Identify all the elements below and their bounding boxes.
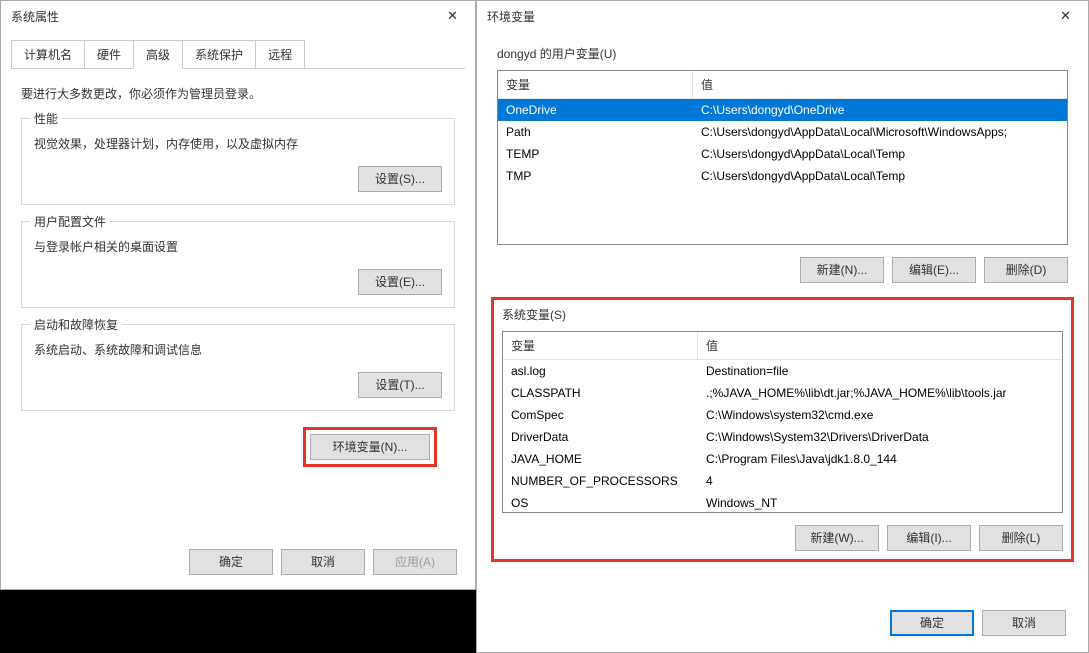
list-item[interactable]: ComSpecC:\Windows\system32\cmd.exe <box>503 404 1062 426</box>
system-variables-label: 系统变量(S) <box>502 306 1063 323</box>
cell-value: C:\Users\dongyd\OneDrive <box>693 102 1067 118</box>
list-header: 变量 值 <box>498 71 1067 99</box>
environment-variables-dialog: 环境变量 ✕ dongyd 的用户变量(U) 变量 值 OneDriveC:\U… <box>476 0 1089 653</box>
tab-system-protection[interactable]: 系统保护 <box>182 40 256 69</box>
cell-variable: OS <box>503 495 698 511</box>
performance-legend: 性能 <box>30 110 62 127</box>
cell-value: C:\Users\dongyd\AppData\Local\Temp <box>693 168 1067 184</box>
user-profiles-legend: 用户配置文件 <box>30 213 110 230</box>
user-delete-button[interactable]: 删除(D) <box>984 257 1068 283</box>
list-header: 变量 值 <box>503 332 1062 360</box>
close-icon[interactable]: ✕ <box>1043 2 1088 30</box>
startup-settings-button[interactable]: 设置(T)... <box>358 372 442 398</box>
sys-delete-button[interactable]: 删除(L) <box>979 525 1063 551</box>
apply-button[interactable]: 应用(A) <box>373 549 457 575</box>
system-properties-dialog: 系统属性 ✕ 计算机名 硬件 高级 系统保护 远程 要进行大多数更改，你必须作为… <box>0 0 476 590</box>
ok-button[interactable]: 确定 <box>890 610 974 636</box>
cell-value: C:\Windows\system32\cmd.exe <box>698 407 1062 423</box>
startup-text: 系统启动、系统故障和调试信息 <box>34 341 442 358</box>
dialog-title: 系统属性 <box>11 8 59 25</box>
system-variables-group: 系统变量(S) 变量 值 asl.logDestination=fileCLAS… <box>491 297 1074 562</box>
dialog-buttons: 确定 取消 应用(A) <box>1 539 475 585</box>
cell-value: C:\Windows\System32\Drivers\DriverData <box>698 429 1062 445</box>
cell-variable: OneDrive <box>498 102 693 118</box>
cell-variable: JAVA_HOME <box>503 451 698 467</box>
tab-computer-name[interactable]: 计算机名 <box>11 40 85 69</box>
list-item[interactable]: asl.logDestination=file <box>503 360 1062 382</box>
cell-value: C:\Users\dongyd\AppData\Local\Temp <box>693 146 1067 162</box>
performance-settings-button[interactable]: 设置(S)... <box>358 166 442 192</box>
user-new-button[interactable]: 新建(N)... <box>800 257 884 283</box>
list-item[interactable]: CLASSPATH.;%JAVA_HOME%\lib\dt.jar;%JAVA_… <box>503 382 1062 404</box>
ok-button[interactable]: 确定 <box>189 549 273 575</box>
tab-panel-advanced: 要进行大多数更改，你必须作为管理员登录。 性能 视觉效果，处理器计划，内存使用，… <box>1 69 475 483</box>
tab-advanced[interactable]: 高级 <box>133 40 183 69</box>
list-item[interactable]: TEMPC:\Users\dongyd\AppData\Local\Temp <box>498 143 1067 165</box>
tabs: 计算机名 硬件 高级 系统保护 远程 <box>11 39 465 69</box>
dialog-title: 环境变量 <box>487 8 535 25</box>
col-variable[interactable]: 变量 <box>498 71 693 98</box>
user-profiles-text: 与登录帐户相关的桌面设置 <box>34 238 442 255</box>
close-icon[interactable]: ✕ <box>430 2 475 30</box>
tab-remote[interactable]: 远程 <box>255 40 305 69</box>
performance-text: 视觉效果，处理器计划，内存使用，以及虚拟内存 <box>34 135 442 152</box>
cell-value: C:\Users\dongyd\AppData\Local\Microsoft\… <box>693 124 1067 140</box>
cell-variable: TMP <box>498 168 693 184</box>
list-item[interactable]: OneDriveC:\Users\dongyd\OneDrive <box>498 99 1067 121</box>
cell-variable: NUMBER_OF_PROCESSORS <box>503 473 698 489</box>
cell-variable: asl.log <box>503 363 698 379</box>
list-item[interactable]: JAVA_HOMEC:\Program Files\Java\jdk1.8.0_… <box>503 448 1062 470</box>
cell-variable: TEMP <box>498 146 693 162</box>
user-variables-label: dongyd 的用户变量(U) <box>497 45 1068 62</box>
cancel-button[interactable]: 取消 <box>281 549 365 575</box>
col-variable[interactable]: 变量 <box>503 332 698 359</box>
cell-value: Windows_NT <box>698 495 1062 511</box>
user-profiles-fieldset: 用户配置文件 与登录帐户相关的桌面设置 设置(E)... <box>21 221 455 308</box>
user-profiles-settings-button[interactable]: 设置(E)... <box>358 269 442 295</box>
col-value[interactable]: 值 <box>693 71 1067 98</box>
titlebar[interactable]: 环境变量 ✕ <box>477 1 1088 31</box>
tab-hardware[interactable]: 硬件 <box>84 40 134 69</box>
list-item[interactable]: TMPC:\Users\dongyd\AppData\Local\Temp <box>498 165 1067 187</box>
startup-legend: 启动和故障恢复 <box>30 316 122 333</box>
titlebar[interactable]: 系统属性 ✕ <box>1 1 475 31</box>
list-item[interactable]: OSWindows_NT <box>503 492 1062 512</box>
cell-variable: ComSpec <box>503 407 698 423</box>
cell-value: C:\Program Files\Java\jdk1.8.0_144 <box>698 451 1062 467</box>
cell-value: 4 <box>698 473 1062 489</box>
system-variables-list[interactable]: 变量 值 asl.logDestination=fileCLASSPATH.;%… <box>502 331 1063 513</box>
startup-fieldset: 启动和故障恢复 系统启动、系统故障和调试信息 设置(T)... <box>21 324 455 411</box>
list-item[interactable]: DriverDataC:\Windows\System32\Drivers\Dr… <box>503 426 1062 448</box>
cell-value: .;%JAVA_HOME%\lib\dt.jar;%JAVA_HOME%\lib… <box>698 385 1062 401</box>
performance-fieldset: 性能 视觉效果，处理器计划，内存使用，以及虚拟内存 设置(S)... <box>21 118 455 205</box>
col-value[interactable]: 值 <box>698 332 1062 359</box>
cell-variable: DriverData <box>503 429 698 445</box>
cancel-button[interactable]: 取消 <box>982 610 1066 636</box>
user-variables-list[interactable]: 变量 值 OneDriveC:\Users\dongyd\OneDrivePat… <box>497 70 1068 245</box>
cell-value: Destination=file <box>698 363 1062 379</box>
list-item[interactable]: NUMBER_OF_PROCESSORS4 <box>503 470 1062 492</box>
admin-notice: 要进行大多数更改，你必须作为管理员登录。 <box>21 85 455 102</box>
user-variables-group: dongyd 的用户变量(U) 变量 值 OneDriveC:\Users\do… <box>497 45 1068 283</box>
highlight-env-button: 环境变量(N)... <box>303 427 437 467</box>
cell-variable: CLASSPATH <box>503 385 698 401</box>
cell-variable: Path <box>498 124 693 140</box>
dialog-buttons: 确定 取消 <box>868 598 1088 648</box>
environment-variables-button[interactable]: 环境变量(N)... <box>310 434 430 460</box>
sys-edit-button[interactable]: 编辑(I)... <box>887 525 971 551</box>
list-item[interactable]: PathC:\Users\dongyd\AppData\Local\Micros… <box>498 121 1067 143</box>
sys-new-button[interactable]: 新建(W)... <box>795 525 879 551</box>
user-edit-button[interactable]: 编辑(E)... <box>892 257 976 283</box>
